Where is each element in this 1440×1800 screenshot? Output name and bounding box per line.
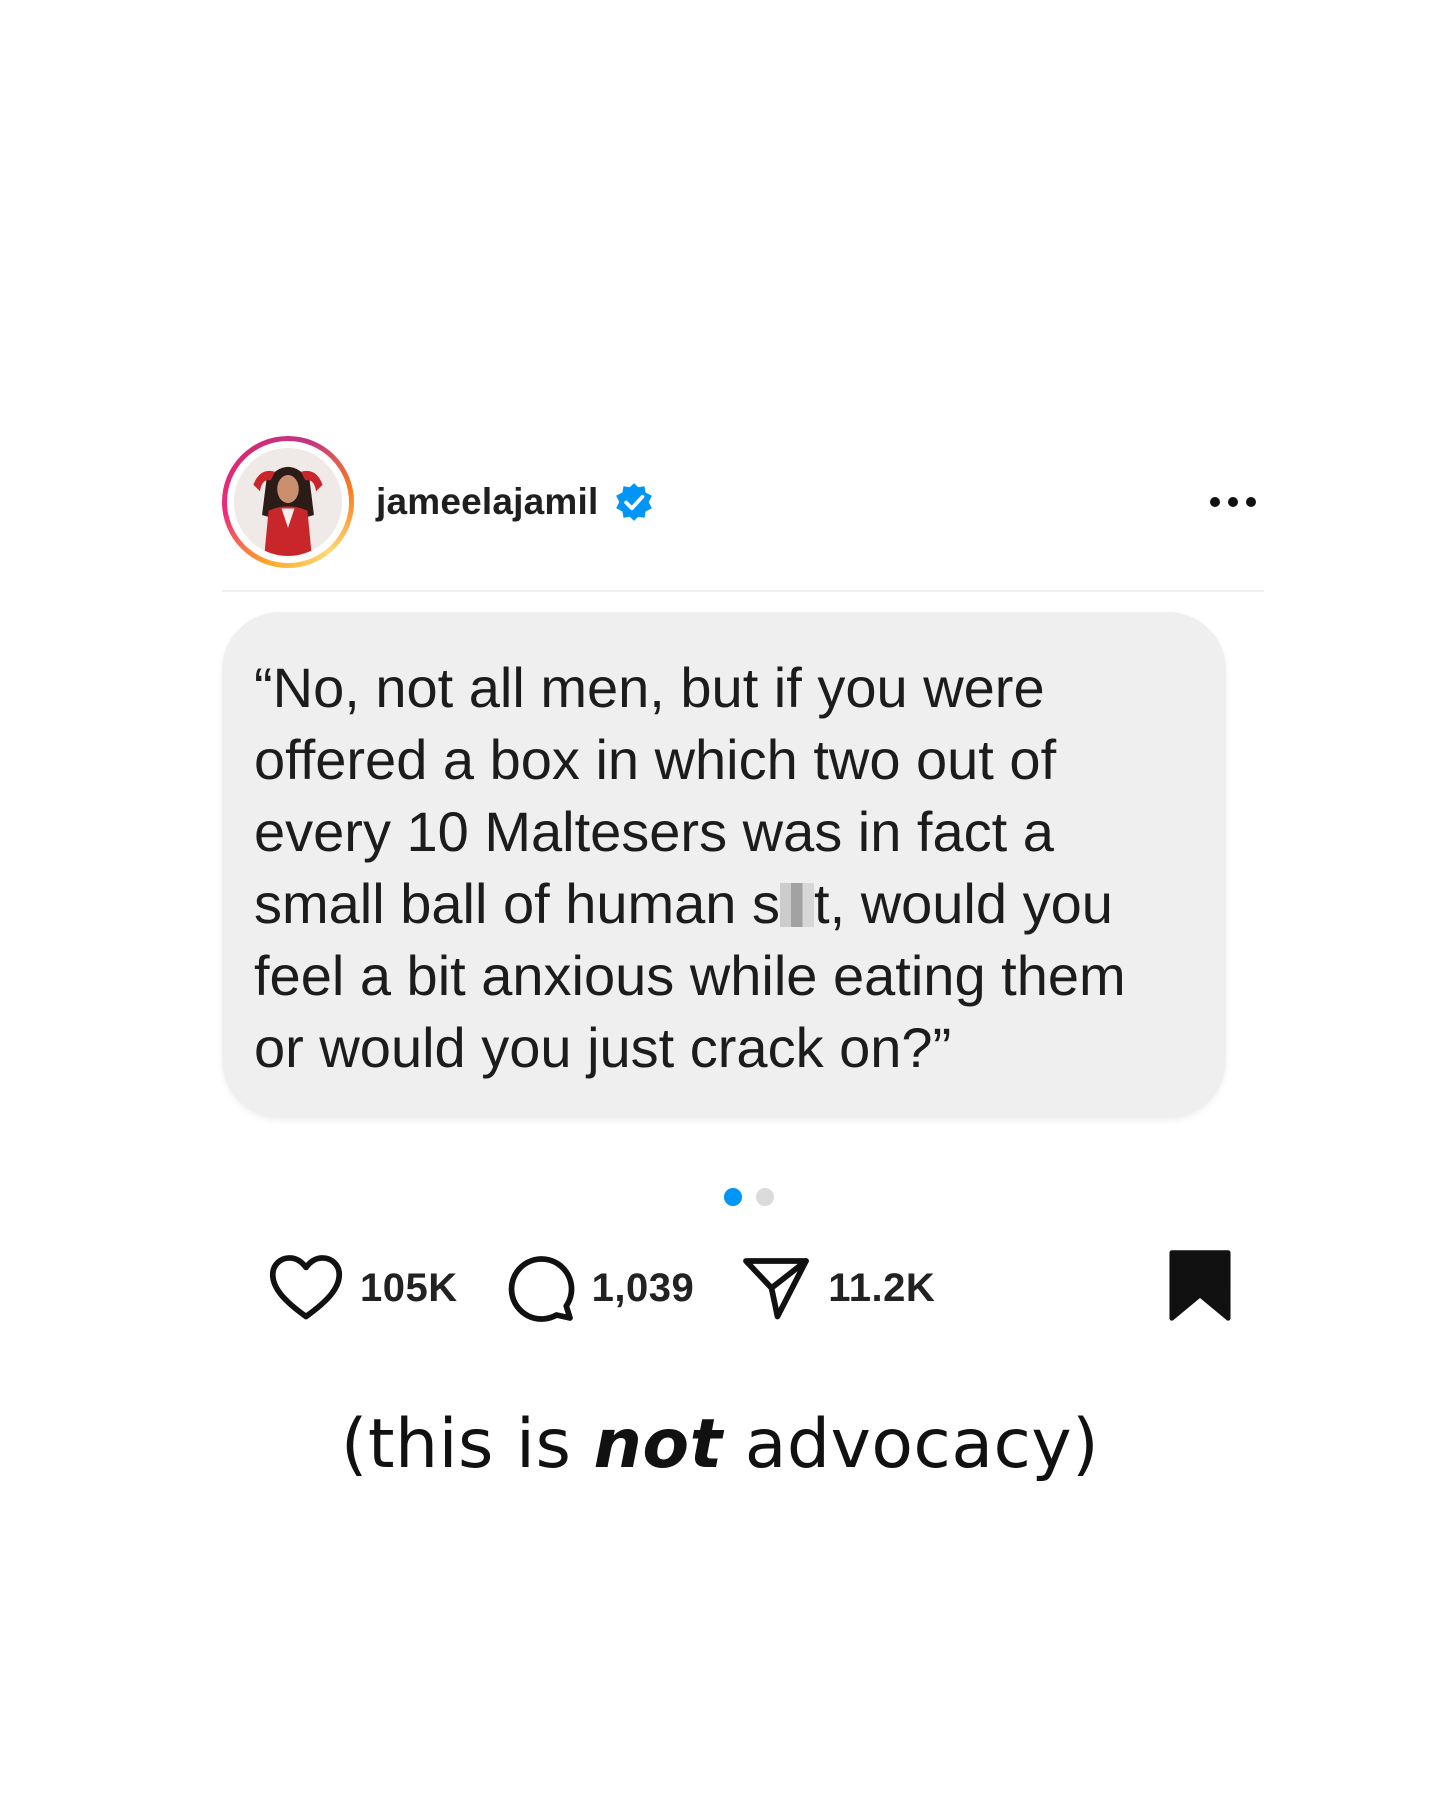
carousel-dot-active[interactable] [724, 1188, 742, 1206]
bookmark-icon [1169, 1250, 1231, 1321]
more-horizontal-icon [1210, 497, 1220, 507]
divider [222, 590, 1264, 592]
like-button[interactable]: 105K [268, 1253, 458, 1323]
heart-icon [269, 1255, 343, 1320]
action-bar: 105K 1,039 11.2K [268, 1248, 1232, 1328]
quote-bubble: “No, not all men, but if you were offere… [222, 612, 1226, 1118]
comment-icon [508, 1256, 574, 1322]
more-horizontal-icon [1246, 497, 1256, 507]
caption-text: (this is [340, 1405, 594, 1484]
carousel-indicator [724, 1188, 774, 1206]
more-options-button[interactable] [1204, 487, 1262, 517]
censor-blur [780, 883, 815, 927]
instagram-post-screenshot: jameelajamil “No, not all men, but if yo… [0, 0, 1440, 1800]
like-count[interactable]: 105K [360, 1266, 458, 1311]
verified-badge-icon [615, 483, 652, 521]
caption: (this is not advocacy) [0, 1405, 1440, 1484]
profile-photo [234, 448, 342, 556]
caption-emphasis: not [593, 1405, 723, 1484]
carousel-dot[interactable] [756, 1188, 774, 1206]
comment-count[interactable]: 1,039 [592, 1266, 695, 1311]
share-button[interactable]: 11.2K [740, 1252, 935, 1324]
avatar-frame [227, 441, 349, 563]
comment-button[interactable]: 1,039 [504, 1252, 695, 1324]
avatar[interactable] [234, 448, 342, 556]
send-icon [743, 1258, 810, 1320]
save-button[interactable] [1168, 1250, 1232, 1327]
quote-text: “No, not all men, but if you were offere… [254, 652, 1198, 1084]
caption-text: advocacy) [722, 1405, 1100, 1484]
more-horizontal-icon [1228, 497, 1238, 507]
story-ring[interactable] [222, 436, 354, 568]
share-count[interactable]: 11.2K [828, 1266, 935, 1311]
post-header: jameelajamil [222, 432, 1262, 572]
username[interactable]: jameelajamil [376, 481, 599, 523]
